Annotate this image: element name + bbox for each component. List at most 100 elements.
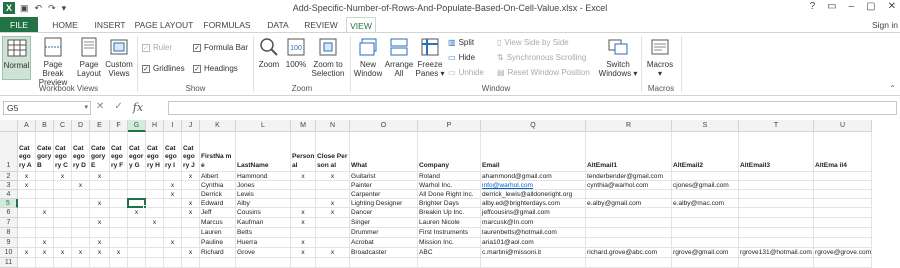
zoom-button[interactable]: Zoom (256, 36, 282, 84)
column-header-i[interactable]: I (164, 120, 182, 132)
data-cell[interactable] (90, 208, 110, 218)
data-cell[interactable] (36, 218, 54, 228)
data-cell[interactable]: tenderbender@gmail.com (586, 172, 672, 181)
data-cell[interactable] (672, 190, 739, 199)
data-cell[interactable]: x (72, 248, 90, 258)
data-cell[interactable] (182, 238, 200, 248)
column-header-d[interactable]: D (72, 120, 90, 132)
close-icon[interactable]: ✕ (888, 1, 896, 12)
data-cell[interactable] (164, 228, 182, 238)
data-cell[interactable]: alby.ed@brighterdays.com (481, 199, 586, 208)
data-cell[interactable]: rgrove@grove.com (814, 248, 872, 258)
hide-button[interactable]: ▭ Hide (448, 53, 475, 62)
data-cell[interactable] (110, 238, 128, 248)
data-cell[interactable] (128, 181, 146, 190)
data-cell[interactable]: e.alby@gmail.com (586, 199, 672, 208)
data-cell[interactable]: x (36, 238, 54, 248)
data-cell[interactable]: Singer (350, 218, 418, 228)
column-header-t[interactable]: T (739, 120, 814, 132)
data-cell[interactable] (18, 238, 36, 248)
header-cell[interactable]: Cat ego ry H (146, 132, 164, 172)
row-header-1[interactable]: 1 (0, 132, 18, 172)
data-cell[interactable]: x (291, 248, 316, 258)
unhide-button[interactable]: ▭ Unhide (448, 68, 484, 77)
column-header-k[interactable]: K (200, 120, 236, 132)
data-cell[interactable] (739, 172, 814, 181)
column-header-l[interactable]: L (236, 120, 291, 132)
data-cell[interactable] (291, 181, 316, 190)
data-cell[interactable] (586, 238, 672, 248)
data-cell[interactable]: Lauren Nicole (418, 218, 481, 228)
data-cell[interactable]: c.martini@missoni.it (481, 248, 586, 258)
data-cell[interactable] (182, 218, 200, 228)
tab-view[interactable]: VIEW (346, 17, 376, 33)
minimize-icon[interactable]: – (849, 1, 855, 12)
column-header-c[interactable]: C (54, 120, 72, 132)
data-cell[interactable] (110, 190, 128, 199)
data-cell[interactable]: cjones@gmail.com (672, 181, 739, 190)
gridlines-checkbox[interactable]: ✓ Gridlines (142, 64, 185, 73)
data-cell[interactable]: Marcus (200, 218, 236, 228)
data-cell[interactable] (739, 238, 814, 248)
data-cell[interactable]: x (18, 181, 36, 190)
data-cell[interactable] (146, 248, 164, 258)
header-cell[interactable]: Cate gory E (90, 132, 110, 172)
row-header-9[interactable]: 9 (0, 238, 18, 248)
sign-in-link[interactable]: Sign in (872, 17, 898, 33)
custom-views-button[interactable]: Custom Views (104, 36, 134, 84)
data-cell[interactable] (54, 199, 72, 208)
data-cell[interactable]: x (291, 218, 316, 228)
cancel-entry-icon[interactable]: ✕ (96, 101, 104, 114)
formula-bar-checkbox[interactable]: ✓ Formula Bar (193, 43, 248, 52)
data-cell[interactable] (146, 172, 164, 181)
header-cell[interactable]: Close Person al (316, 132, 350, 172)
data-cell[interactable] (72, 218, 90, 228)
column-header-s[interactable]: S (672, 120, 739, 132)
data-cell[interactable] (672, 218, 739, 228)
data-cell[interactable]: x (18, 248, 36, 258)
data-cell[interactable]: x (164, 190, 182, 199)
data-cell[interactable]: Roland (418, 172, 481, 181)
data-cell[interactable] (814, 208, 872, 218)
data-cell[interactable]: Edward (200, 199, 236, 208)
data-cell[interactable]: Brighter Days (418, 199, 481, 208)
data-cell[interactable] (72, 190, 90, 199)
data-cell[interactable] (146, 181, 164, 190)
data-cell[interactable] (739, 199, 814, 208)
data-cell[interactable] (316, 218, 350, 228)
data-cell[interactable]: cynthia@warhol.com (586, 181, 672, 190)
data-cell[interactable] (164, 248, 182, 258)
fill-handle[interactable] (143, 205, 147, 209)
synchronous-scrolling-button[interactable]: ⇅ Synchronous Scrolling (497, 53, 586, 62)
data-cell[interactable] (182, 181, 200, 190)
data-cell[interactable] (18, 228, 36, 238)
data-cell[interactable] (90, 228, 110, 238)
macros-button[interactable]: Macros ▾ (645, 36, 675, 84)
data-cell[interactable]: x (291, 208, 316, 218)
data-cell[interactable] (110, 181, 128, 190)
header-cell[interactable]: Cat ego ry C (54, 132, 72, 172)
data-cell[interactable]: info@warhol.com (481, 181, 586, 190)
data-cell[interactable]: Derrick (200, 190, 236, 199)
data-cell[interactable] (164, 208, 182, 218)
data-cell[interactable]: x (316, 172, 350, 181)
data-cell[interactable]: e.alby@mac.com (672, 199, 739, 208)
data-cell[interactable] (739, 218, 814, 228)
data-cell[interactable]: Pauline (200, 238, 236, 248)
normal-view-button[interactable]: Normal (2, 36, 31, 80)
data-cell[interactable]: Lighting Designer (350, 199, 418, 208)
data-cell[interactable] (739, 190, 814, 199)
help-icon[interactable]: ? (810, 1, 816, 12)
data-cell[interactable]: Dancer (350, 208, 418, 218)
data-cell[interactable]: Carpenter (350, 190, 418, 199)
header-cell[interactable]: AltEma il4 (814, 132, 872, 172)
data-cell[interactable]: x (128, 208, 146, 218)
headings-checkbox[interactable]: ✓ Headings (193, 64, 238, 73)
data-cell[interactable] (128, 238, 146, 248)
column-header-n[interactable]: N (316, 120, 350, 132)
split-button[interactable]: ▥ Split (448, 38, 474, 47)
data-cell[interactable] (128, 218, 146, 228)
collapse-ribbon-icon[interactable]: ⌃ (889, 84, 896, 93)
freeze-panes-button[interactable]: Freeze Panes ▾ (415, 36, 445, 84)
header-cell[interactable]: Cat ego ry I (164, 132, 182, 172)
